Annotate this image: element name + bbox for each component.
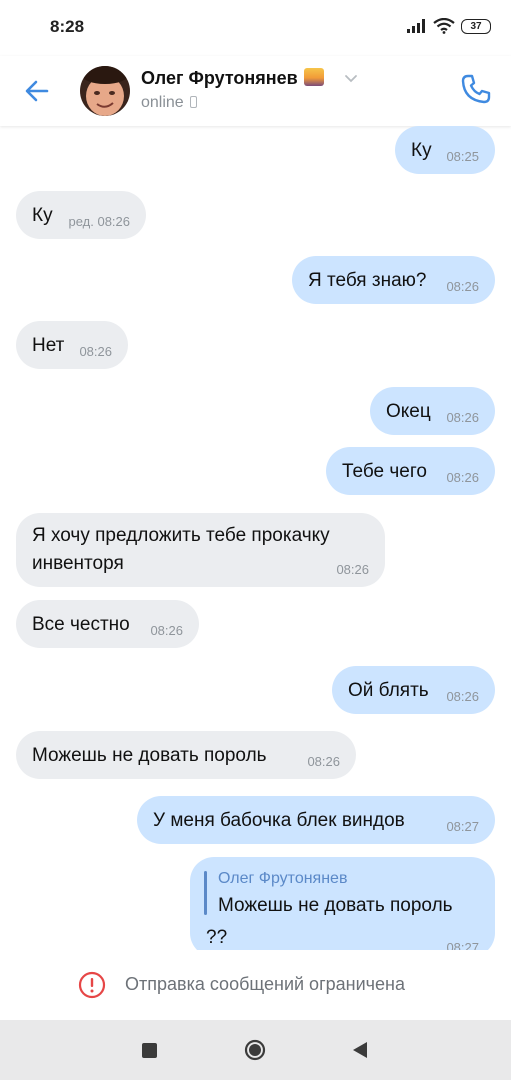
message-time: ред. 08:26 [68,214,130,229]
message-text: У меня бабочка блек виндов [153,810,405,831]
reply-message-bubble[interactable]: Олег Фрутонянев Можешь не довать пороль … [190,857,495,950]
status-time: 8:28 [50,17,85,36]
message-bubble[interactable]: Я тебя знаю? 08:26 [292,256,495,304]
battery-indicator: 37 [461,18,491,34]
message-bubble[interactable]: Можешь не довать пороль 08:26 [16,731,356,779]
message-text: Ку [411,140,432,161]
message-bubble[interactable]: Ой блять 08:26 [332,666,495,714]
message-time: 08:27 [446,819,479,834]
restriction-banner: Отправка сообщений ограничена [0,950,511,1020]
restriction-text: Отправка сообщений ограничена [125,974,405,994]
phone-icon[interactable] [459,72,493,106]
message-time: 08:26 [307,754,340,769]
message-text: Все честно [32,614,130,635]
message-text: Я тебя знаю? [308,270,427,291]
message-bubble[interactable]: Окец 08:26 [370,387,495,435]
signal-icon [407,19,425,33]
mobile-device-icon [189,96,197,108]
message-time: 08:25 [446,149,479,164]
message-time: 08:26 [150,623,183,638]
message-text: Окец [386,401,431,422]
message-text: Нет [32,335,65,356]
message-bubble[interactable]: Тебе чего 08:26 [326,447,495,495]
message-time: 08:26 [336,562,369,577]
message-time: 08:26 [446,689,479,704]
chat-header: Олег Фрутонянев online [0,56,511,126]
status-bar: 8:28 37 [0,0,511,56]
message-bubble[interactable]: Все честно 08:26 [16,600,199,648]
wifi-icon [433,18,455,34]
presence-status: online [141,94,197,112]
message-bubble[interactable]: Я хочу предложить тебе прокачку инвентор… [16,513,385,587]
message-text-line-1: Я хочу предложить тебе прокачку [32,525,330,546]
message-text-line-2: инвенторя [32,553,124,574]
message-text: Ку [32,205,53,226]
reply-quote-bar [204,871,207,915]
status-icons: 37 [407,18,491,34]
message-bubble[interactable]: Ку 08:25 [395,126,495,174]
message-bubble[interactable]: Нет 08:26 [16,321,128,369]
message-time: 08:26 [446,470,479,485]
message-bubble[interactable]: Ку ред. 08:26 [16,191,146,239]
message-time: 08:27 [446,940,479,950]
chevron-down-icon[interactable] [343,70,359,86]
exclamation-circle-icon [78,971,106,999]
arrow-left-icon[interactable] [20,74,54,108]
contact-name[interactable]: Олег Фрутонянев [141,68,324,89]
message-text: Тебе чего [342,461,427,482]
home-circle-icon[interactable] [244,1039,266,1061]
presence-text: online [141,94,184,111]
recents-square-icon[interactable] [142,1043,157,1058]
message-bubble[interactable]: У меня бабочка блек виндов 08:27 [137,796,495,844]
back-triangle-icon[interactable] [352,1041,368,1059]
battery-level: 37 [470,20,482,32]
message-text: Ой блять [348,680,429,701]
sunset-emoji-icon [303,68,324,86]
contact-name-text: Олег Фрутонянев [141,68,298,88]
message-time: 08:26 [446,410,479,425]
message-text: ?? [206,927,228,948]
system-navigation-bar [0,1020,511,1080]
avatar[interactable] [80,66,130,116]
message-text: Можешь не довать пороль [32,745,267,766]
message-list[interactable]: Ку 08:25 Ку ред. 08:26 Я тебя знаю? 08:2… [0,126,511,950]
reply-author: Олег Фрутонянев [218,870,348,887]
reply-quoted-text: Можешь не довать пороль [218,895,453,916]
message-time: 08:26 [446,279,479,294]
message-time: 08:26 [79,344,112,359]
